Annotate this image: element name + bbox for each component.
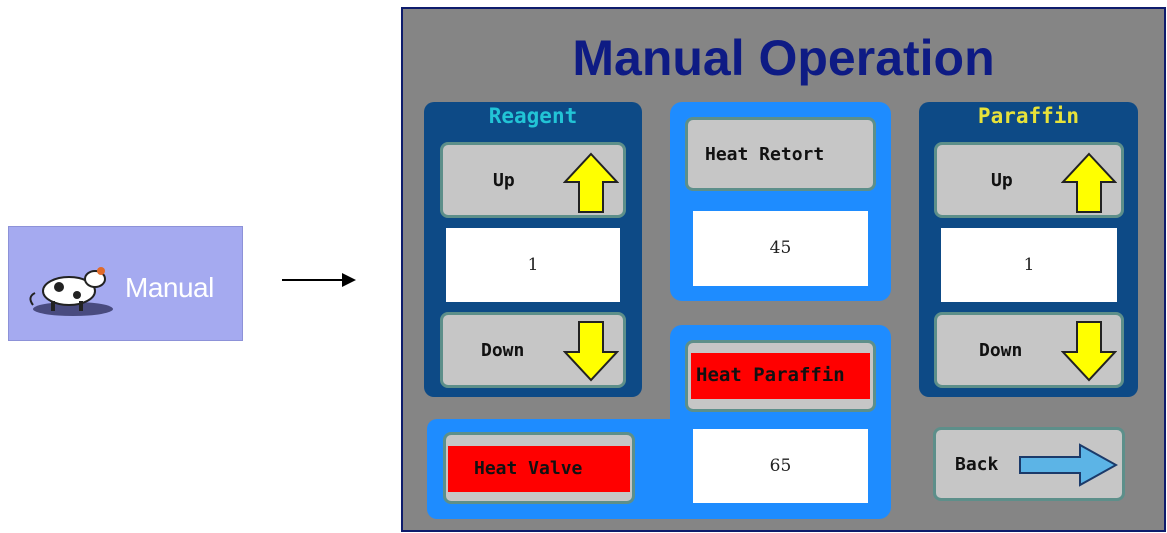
manual-launcher-button[interactable]: Manual: [8, 226, 243, 341]
paraffin-value-field: 1: [941, 228, 1117, 302]
arrow-down-icon: [563, 321, 619, 382]
paraffin-value: 1: [1023, 255, 1035, 275]
paraffin-down-button[interactable]: Down: [934, 312, 1124, 388]
reagent-up-button[interactable]: Up: [440, 142, 626, 218]
arrow-down-icon: [1061, 321, 1117, 382]
arrow-right-icon: [1019, 443, 1118, 487]
heat-retort-label: Heat Retort: [705, 144, 825, 165]
paraffin-title: Paraffin: [977, 104, 1080, 128]
reagent-down-button[interactable]: Down: [440, 312, 626, 388]
arrow-up-icon: [563, 152, 619, 213]
reagent-value-field: 1: [446, 228, 620, 302]
flow-arrow-line: [282, 279, 344, 281]
retort-temp-value: 45: [769, 238, 792, 258]
cow-logo-icon: [29, 267, 113, 316]
heat-valve-button[interactable]: Heat Valve: [443, 432, 635, 504]
heat-paraffin-label: Heat Paraffin: [696, 364, 845, 386]
reagent-value: 1: [527, 255, 539, 275]
retort-temp-field: 45: [693, 211, 868, 286]
reagent-down-label: Down: [481, 340, 525, 361]
paraffin-temp-value: 65: [769, 456, 792, 476]
paraffin-temp-field: 65: [693, 429, 868, 503]
heat-retort-button[interactable]: Heat Retort: [685, 117, 876, 191]
reagent-title: Reagent: [488, 104, 578, 128]
launcher-label: Manual: [125, 272, 214, 303]
heat-paraffin-button[interactable]: Heat Paraffin: [685, 340, 876, 412]
paraffin-down-label: Down: [979, 340, 1023, 361]
back-label: Back: [955, 454, 999, 475]
flow-arrow-icon: [342, 273, 356, 287]
reagent-up-label: Up: [493, 170, 515, 191]
heat-valve-label: Heat Valve: [474, 458, 583, 479]
reagent-group: Reagent Up 1 Down: [424, 102, 642, 397]
manual-operation-panel: Manual Operation Reagent Up 1 Down Heat …: [401, 7, 1166, 532]
heat-retort-group: Heat Retort 45: [670, 102, 891, 301]
paraffin-up-button[interactable]: Up: [934, 142, 1124, 218]
paraffin-up-label: Up: [991, 170, 1013, 191]
back-button[interactable]: Back: [933, 427, 1125, 501]
arrow-up-icon: [1061, 152, 1117, 213]
paraffin-group: Paraffin Up 1 Down: [919, 102, 1138, 397]
page-title: Manual Operation: [572, 30, 995, 86]
